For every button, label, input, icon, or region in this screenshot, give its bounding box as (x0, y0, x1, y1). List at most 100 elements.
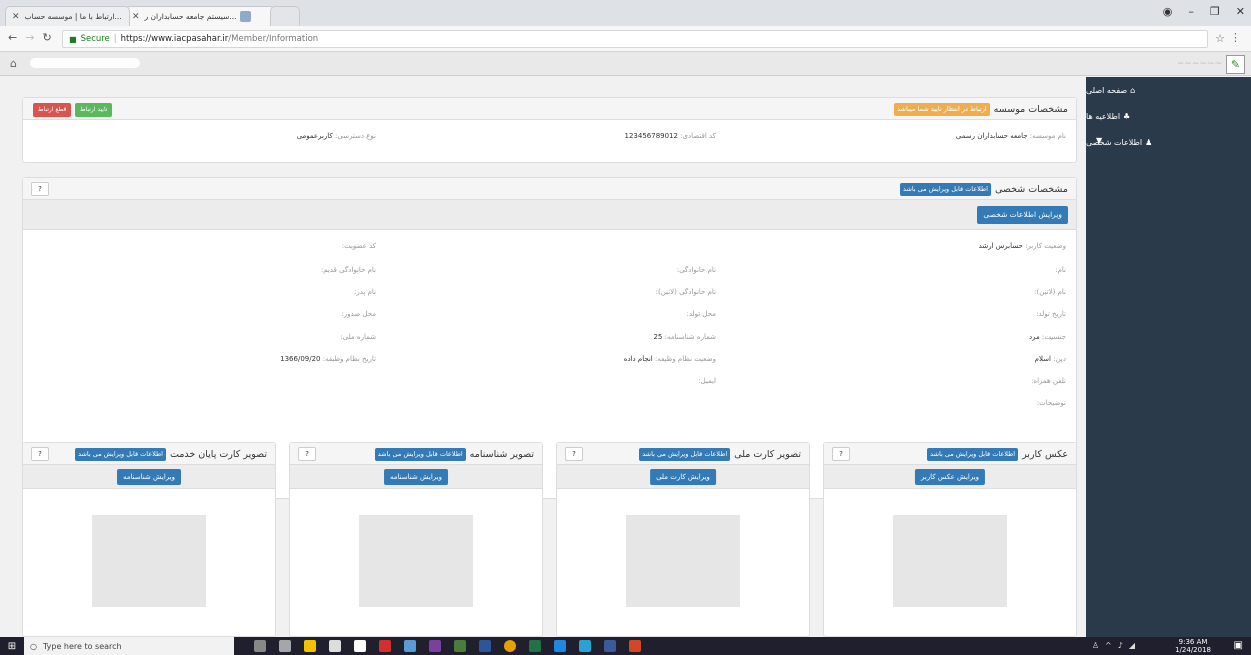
edit-personal-info-button[interactable]: ویرایش اطلاعات شخصی (977, 206, 1068, 224)
app-icon[interactable] (579, 640, 591, 652)
windows-start-icon[interactable]: ⊞ (0, 637, 24, 655)
file-explorer-icon[interactable] (304, 640, 316, 652)
birth-certificate-card: تصویر شناسنامه اطلاعات قابل ویرایش می باش… (289, 442, 543, 637)
national-card-image (626, 515, 740, 607)
home-icon: ⌂ (1130, 85, 1136, 95)
search-placeholder: Type here to search (42, 641, 122, 651)
issue-place-field: محل صدور: (341, 310, 376, 318)
question-icon: ? (38, 450, 42, 458)
edit-military-card-button[interactable]: ویرایش شناسنامه (117, 469, 181, 485)
system-tray-icons[interactable]: ♙^♪◢ (1092, 641, 1141, 650)
user-icon: ♟ (1145, 137, 1153, 147)
card-title: تصویر کارت ملی اطلاعات قابل ویرایش می باش… (639, 448, 801, 461)
taskbar-search-input[interactable]: ○ Type here to search (24, 637, 234, 655)
card-title: عکس کاربر اطلاعات قابل ویرایش می باشد (927, 448, 1068, 461)
close-window-icon[interactable]: ✕ (1236, 5, 1245, 18)
card-edit-bar: ویرایش کارت ملی (557, 465, 809, 489)
field-label: نوع دسترسی: (335, 132, 376, 140)
visual-studio-icon[interactable] (429, 640, 441, 652)
field-label: نام خانوادگی: (676, 266, 716, 274)
card-title: تصویر کارت پایان خدمت اطلاعات قابل ویرایش… (75, 448, 267, 461)
powerpoint-icon[interactable] (629, 640, 641, 652)
edit-birth-certificate-button[interactable]: ویرایش شناسنامه (384, 469, 448, 485)
back-icon[interactable]: ← (8, 31, 17, 44)
help-button[interactable]: ? (298, 447, 316, 461)
mail-icon[interactable] (354, 640, 366, 652)
tab-accounting-system[interactable]: ✕ سیستم جامعه حسابداران ر... (125, 6, 275, 26)
clock-date: 1/24/2018 (1175, 646, 1211, 654)
field-label: شماره ملی: (340, 333, 376, 341)
visio-icon[interactable] (604, 640, 616, 652)
link-app-icon[interactable] (404, 640, 416, 652)
card-header: تصویر کارت پایان خدمت اطلاعات قابل ویرایش… (23, 443, 275, 465)
pdf-reader-icon[interactable] (379, 640, 391, 652)
new-tab-button[interactable] (270, 6, 300, 26)
url-path: /Member/Information (228, 34, 319, 44)
field-label: تاریخ نظام وظیفه: (322, 355, 376, 363)
field-label: محل تولد: (686, 310, 716, 318)
sidebar-item-personal-info[interactable]: ♟ اطلاعات شخصی ▼ (1086, 129, 1251, 155)
confirm-connection-button[interactable]: تایید ارتباط (75, 103, 113, 117)
editable-badge: اطلاعات قابل ویرایش می باشد (639, 448, 731, 461)
institute-title-text: مشخصات موسسه (993, 104, 1068, 115)
forward-icon[interactable]: → (25, 31, 34, 44)
gender-field: جنسیت: مرد (1029, 333, 1066, 341)
card-title-text: تصویر کارت پایان خدمت (169, 449, 267, 460)
tab-contact[interactable]: ✕ ارتباط با ما | موسسه حساب... (5, 6, 130, 26)
edit-national-card-button[interactable]: ویرایش کارت ملی (650, 469, 716, 485)
browser-tab-bar: ✕ سیستم جامعه حسابداران ر... ✕ ارتباط با… (0, 0, 1251, 26)
site-logo[interactable]: ~~~~~~ ✎ (1105, 54, 1245, 74)
edit-user-photo-button[interactable]: ویرایش عکس کاربر (914, 469, 986, 485)
old-family-name-field: نام خانوادگی قدیم: (321, 266, 376, 274)
card-title: تصویر شناسنامه اطلاعات قابل ویرایش می باش… (374, 448, 534, 461)
field-label: جنسیت: (1041, 333, 1066, 341)
help-button[interactable]: ? (31, 182, 49, 196)
sidebar-item-announcements[interactable]: ♣ اطلاعیه ها (1086, 103, 1251, 129)
user-status-field: وضعیت کاربر: حسابرس ارشد (979, 242, 1066, 250)
store-icon[interactable] (329, 640, 341, 652)
excel-icon[interactable] (529, 640, 541, 652)
card-header: عکس کاربر اطلاعات قابل ویرایش می باشد ? (824, 443, 1076, 465)
reload-icon[interactable]: ↻ (42, 31, 51, 44)
editable-badge: اطلاعات قابل ویرایش می باشد (75, 448, 166, 461)
field-label: دین: (1053, 355, 1066, 363)
microphone-icon[interactable] (254, 640, 266, 652)
app-icon[interactable] (454, 640, 466, 652)
task-view-icon[interactable] (279, 640, 291, 652)
help-button[interactable]: ? (832, 447, 850, 461)
chrome-icon[interactable] (504, 640, 516, 652)
sidebar-item-home[interactable]: ⌂ صفحه اصلی (1086, 77, 1251, 103)
military-date-field: تاریخ نظام وظیفه: 1366/09/20 (280, 355, 376, 363)
menu-dots-icon[interactable]: ⋮ (1230, 31, 1241, 44)
url-input[interactable]: ■ Secure | https://www.iacpasahar.ir /Me… (62, 30, 1208, 48)
personal-title-text: مشخصات شخصی (994, 184, 1068, 195)
question-icon: ? (38, 185, 42, 193)
close-tab-icon[interactable]: ✕ (12, 12, 20, 22)
close-tab-icon[interactable]: ✕ (132, 12, 140, 22)
field-value: مرد (1029, 333, 1040, 341)
card-edit-bar: ویرایش عکس کاربر (824, 465, 1076, 489)
word-icon[interactable] (479, 640, 491, 652)
clock[interactable]: 9:36 AM 1/24/2018 (1175, 638, 1211, 654)
field-label: شماره شناسنامه: (664, 333, 716, 341)
minimize-icon[interactable]: – (1188, 5, 1194, 18)
field-label: محل صدور: (341, 310, 376, 318)
user-photo-image (893, 515, 1007, 607)
notification-icon[interactable]: ▣ (1234, 640, 1243, 651)
military-card-card: تصویر کارت پایان خدمت اطلاعات قابل ویرایش… (22, 442, 276, 637)
field-value: 123456789012 (624, 132, 678, 140)
help-button[interactable]: ? (565, 447, 583, 461)
home-icon[interactable]: ⌂ (10, 57, 17, 70)
cut-connection-button[interactable]: قطع ارتباط (33, 103, 72, 117)
taskbar-apps (254, 640, 641, 652)
help-button[interactable]: ? (31, 447, 49, 461)
economic-code-field: کد اقتصادی: 123456789012 (625, 132, 716, 140)
profile-icon[interactable]: ◉ (1163, 5, 1173, 18)
institute-panel-title: مشخصات موسسه ارتباط در انتظار تایید شما … (894, 103, 1068, 116)
bookmark-star-icon[interactable]: ☆ (1215, 32, 1225, 45)
main-content: مشخصات موسسه ارتباط در انتظار تایید شما … (0, 77, 1086, 637)
restore-icon[interactable]: ❐ (1210, 5, 1220, 18)
ie-icon[interactable] (554, 640, 566, 652)
field-value: 25 (653, 333, 663, 341)
personal-panel-header: مشخصات شخصی اطلاعات قابل ویرایش می باشد … (23, 178, 1076, 200)
